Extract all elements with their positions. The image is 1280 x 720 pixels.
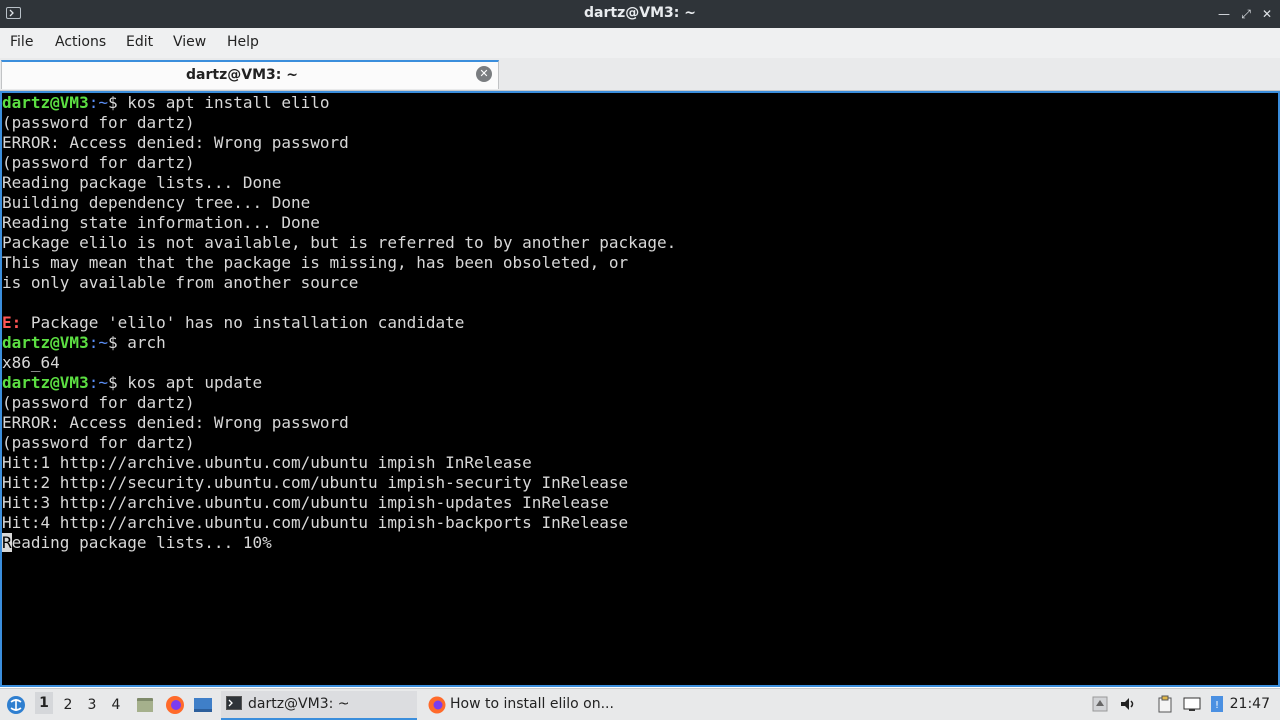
text-cursor: R: [2, 533, 12, 552]
task-terminal-label: dartz@VM3: ~: [248, 696, 350, 712]
workspace-2[interactable]: 2: [59, 697, 77, 713]
file-manager-icon[interactable]: [135, 695, 155, 719]
output-text: (password for dartz): [2, 113, 195, 132]
menu-edit[interactable]: Edit: [126, 34, 153, 50]
workspace-1[interactable]: 1: [35, 692, 53, 714]
output-text: (password for dartz): [2, 153, 195, 172]
terminal-line: Hit:1 http://archive.ubuntu.com/ubuntu i…: [2, 453, 676, 473]
output-text: Hit:4 http://archive.ubuntu.com/ubuntu i…: [2, 513, 629, 532]
tab-label: dartz@VM3: ~: [186, 67, 298, 83]
workspace-3[interactable]: 3: [83, 697, 101, 713]
task-firefox-label: How to install elilo on...: [450, 696, 614, 712]
terminal-line: dartz@VM3:~$ kos apt install elilo: [2, 93, 676, 113]
workspace-4[interactable]: 4: [107, 697, 125, 713]
terminal-line: (password for dartz): [2, 393, 676, 413]
output-text: Hit:2 http://security.ubuntu.com/ubuntu …: [2, 473, 629, 492]
terminal-line: Building dependency tree... Done: [2, 193, 676, 213]
terminal-line: Hit:2 http://security.ubuntu.com/ubuntu …: [2, 473, 676, 493]
minimize-icon[interactable]: —: [1216, 6, 1232, 22]
terminal-line: (password for dartz): [2, 153, 676, 173]
terminal-line: Reading package lists... Done: [2, 173, 676, 193]
terminal-lines: dartz@VM3:~$ kos apt install elilo (passw…: [2, 93, 676, 553]
terminal-line: E: Package 'elilo' has no installation c…: [2, 313, 676, 333]
terminal-line: ERROR: Access denied: Wrong password: [2, 413, 676, 433]
output-text: Package elilo is not available, but is r…: [2, 233, 677, 252]
output-text: x86_64: [2, 353, 60, 372]
terminal-output[interactable]: dartz@VM3:~$ kos apt install elilo (passw…: [0, 91, 1280, 687]
prompt-separator: :: [88, 373, 99, 392]
prompt-separator: :: [88, 333, 99, 352]
terminal-line: dartz@VM3:~$ kos apt update: [2, 373, 676, 393]
terminal-line: Hit:4 http://archive.ubuntu.com/ubuntu i…: [2, 513, 676, 533]
tray-arrow-icon[interactable]: [1091, 695, 1109, 713]
terminal-line: Package elilo is not available, but is r…: [2, 233, 676, 253]
prompt-path: ~: [98, 93, 108, 112]
desktop-icon[interactable]: [193, 695, 213, 719]
update-notifier-icon[interactable]: !: [1208, 695, 1226, 713]
output-text: Reading state information... Done: [2, 213, 320, 232]
error-prefix: E:: [2, 313, 22, 332]
terminal-line: (password for dartz): [2, 113, 676, 133]
menu-view[interactable]: View: [173, 34, 206, 50]
output-text: This may mean that the package is missin…: [2, 253, 629, 272]
terminal-line: ERROR: Access denied: Wrong password: [2, 133, 676, 153]
prompt-path: ~: [98, 333, 108, 352]
command-text: $ kos apt update: [107, 373, 263, 392]
command-text: $ kos apt install elilo: [107, 93, 330, 112]
tab-terminal[interactable]: dartz@VM3: ~ ✕: [1, 60, 499, 89]
svg-text:!: !: [1215, 700, 1219, 711]
output-text: (password for dartz): [2, 393, 195, 412]
terminal-line: x86_64: [2, 353, 676, 373]
terminal-line: Reading package lists... 10%: [2, 533, 676, 553]
firefox-launcher-icon[interactable]: [164, 694, 186, 720]
output-text: Building dependency tree... Done: [2, 193, 311, 212]
prompt-user: dartz@VM3: [2, 93, 89, 112]
window-titlebar[interactable]: dartz@VM3: ~ — ⤢ ✕: [0, 0, 1280, 28]
task-terminal[interactable]: dartz@VM3: ~: [221, 691, 417, 720]
output-text: Hit:1 http://archive.ubuntu.com/ubuntu i…: [2, 453, 532, 472]
window-title: dartz@VM3: ~: [584, 5, 696, 21]
network-icon[interactable]: [1183, 695, 1201, 713]
terminal-line: is only available from another source: [2, 273, 676, 293]
firefox-icon: [427, 695, 447, 719]
menu-file[interactable]: File: [10, 34, 33, 50]
prompt-separator: :: [88, 93, 99, 112]
terminal-line: dartz@VM3:~$ arch: [2, 333, 676, 353]
maximize-icon[interactable]: ⤢: [1238, 6, 1254, 22]
volume-icon[interactable]: [1119, 695, 1137, 713]
menu-actions[interactable]: Actions: [55, 34, 106, 50]
menu-help[interactable]: Help: [227, 34, 259, 50]
terminal-line: Reading state information... Done: [2, 213, 676, 233]
tab-close-icon[interactable]: ✕: [476, 66, 492, 82]
output-text: Package 'elilo' has no installation cand…: [21, 313, 465, 332]
output-text: Hit:3 http://archive.ubuntu.com/ubuntu i…: [2, 493, 609, 512]
output-text: Reading package lists... Done: [2, 173, 282, 192]
prompt-user: dartz@VM3: [2, 333, 89, 352]
terminal-icon: [226, 696, 242, 714]
tab-bar: dartz@VM3: ~ ✕: [0, 58, 1280, 91]
output-text: eading package lists... 10%: [11, 533, 272, 552]
terminal-line: This may mean that the package is missin…: [2, 253, 676, 273]
task-firefox[interactable]: How to install elilo on...: [423, 691, 623, 718]
output-text: ERROR: Access denied: Wrong password: [2, 413, 349, 432]
taskbar: 1 2 3 4 dartz@VM3: ~ How to install elil…: [0, 688, 1280, 720]
app-menu-icon[interactable]: [6, 695, 26, 719]
clock[interactable]: 21:47: [1230, 696, 1270, 712]
prompt-path: ~: [98, 373, 108, 392]
command-text: $ arch: [107, 333, 166, 352]
close-icon[interactable]: ✕: [1259, 6, 1275, 22]
terminal-line: (password for dartz): [2, 433, 676, 453]
output-text: ERROR: Access denied: Wrong password: [2, 133, 349, 152]
menubar: File Actions Edit View Help: [0, 28, 1280, 59]
clipboard-icon[interactable]: [1156, 695, 1174, 713]
output-text: is only available from another source: [2, 273, 359, 292]
prompt-user: dartz@VM3: [2, 373, 89, 392]
terminal-line: Hit:3 http://archive.ubuntu.com/ubuntu i…: [2, 493, 676, 513]
output-text: (password for dartz): [2, 433, 195, 452]
